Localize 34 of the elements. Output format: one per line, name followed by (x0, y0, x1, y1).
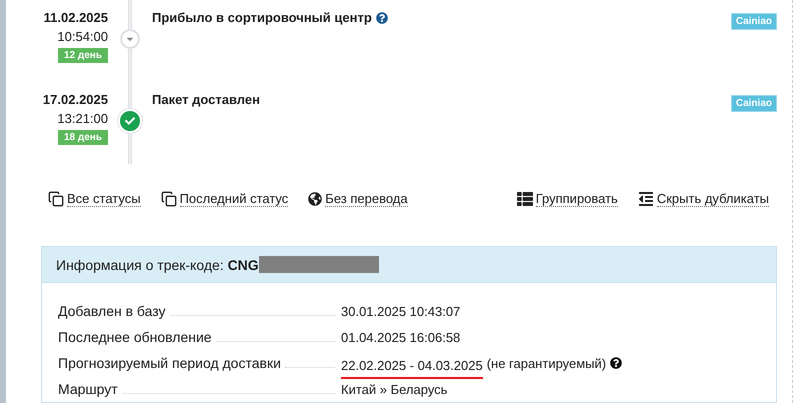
help-icon[interactable] (376, 12, 388, 24)
event-time: 10:54:00 (57, 29, 108, 44)
event-date: 11.02.2025 (44, 10, 108, 25)
copy-icon (160, 191, 177, 207)
track-code: CNG (228, 256, 259, 272)
copy-icon (48, 191, 64, 207)
info-value: 22.02.2025 - 04.03.2025 (341, 358, 483, 372)
info-label: Прогнозируемый период доставки (58, 355, 281, 371)
filter-link[interactable]: Скрыть дубликаты (638, 191, 769, 207)
help-icon[interactable] (610, 357, 622, 369)
filter-link[interactable]: Все статусы (48, 191, 141, 207)
event-time: 13:21:00 (57, 111, 108, 126)
check-icon (125, 116, 135, 126)
filter-link[interactable]: Последний статус (160, 191, 288, 207)
globe-icon (308, 192, 322, 206)
event-date: 17.02.2025 (42, 92, 108, 107)
event-title: Пакет доставлен (152, 92, 260, 107)
info-label: Последнее обновление (58, 329, 212, 345)
list-icon (516, 191, 533, 207)
day-badge: 12 день (58, 48, 108, 63)
info-note: (не гарантируемый) (486, 356, 606, 370)
info-label: Добавлен в базу (58, 303, 166, 319)
source-tag: Cainiao (730, 95, 777, 112)
source-tag: Cainiao (730, 13, 777, 30)
day-badge: 18 день (58, 130, 108, 145)
panel-title: Информация о трек-коде: (56, 256, 225, 272)
info-value: 01.04.2025 16:06:58 (341, 330, 460, 344)
outdent-icon (638, 191, 654, 207)
info-label: Маршрут (58, 381, 118, 397)
info-value: Китай » Беларусь (341, 382, 448, 396)
filter-link[interactable]: Без перевода (308, 191, 408, 207)
info-value: 30.01.2025 10:43:07 (341, 304, 460, 318)
filter-link[interactable]: Группировать (516, 191, 618, 207)
event-title: Прибыло в сортировочный центр (152, 10, 372, 25)
